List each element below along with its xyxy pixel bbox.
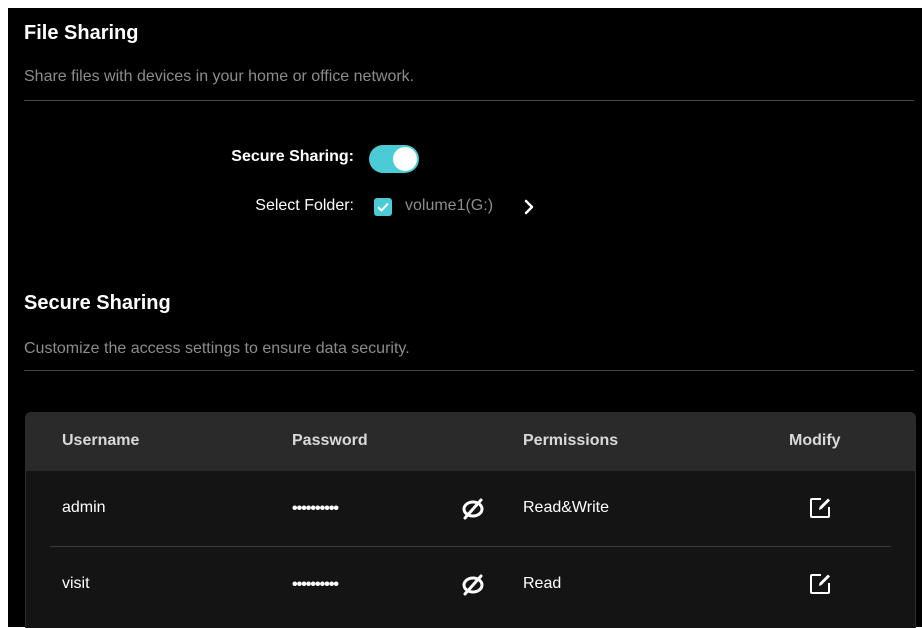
password-cell: ••••••••••	[292, 576, 339, 593]
username-cell: admin	[62, 499, 106, 516]
section-divider	[24, 370, 914, 371]
folder-name: volume1(G:)	[405, 197, 494, 214]
file-sharing-title: File Sharing	[24, 22, 139, 44]
password-cell: ••••••••••	[292, 500, 339, 517]
table-header: Username Password Permissions Modify	[26, 413, 915, 471]
edit-icon[interactable]	[808, 572, 832, 596]
table-row: visit •••••••••• Read	[26, 547, 915, 623]
column-header-username: Username	[62, 432, 140, 449]
folder-checkbox[interactable]	[374, 198, 392, 216]
secure-sharing-description: Customize the access settings to ensure …	[24, 340, 410, 357]
file-sharing-description: Share files with devices in your home or…	[24, 68, 415, 85]
checkmark-icon	[377, 202, 389, 212]
eye-hidden-icon[interactable]	[460, 497, 486, 521]
section-divider	[24, 100, 914, 101]
toggle-knob	[393, 147, 417, 171]
secure-sharing-toggle[interactable]	[369, 145, 419, 173]
permissions-cell: Read	[523, 575, 562, 592]
username-cell: visit	[62, 575, 90, 592]
secure-sharing-label: Secure Sharing:	[231, 148, 354, 165]
column-header-modify: Modify	[789, 432, 841, 449]
edit-icon[interactable]	[808, 496, 832, 520]
select-folder-label: Select Folder:	[255, 197, 354, 214]
chevron-right-icon[interactable]	[521, 199, 537, 215]
secure-sharing-title: Secure Sharing	[24, 292, 171, 314]
column-header-permissions: Permissions	[523, 432, 619, 449]
file-sharing-panel: File Sharing Share files with devices in…	[8, 8, 922, 628]
table-row: admin •••••••••• Read&Write	[26, 471, 915, 547]
eye-hidden-icon[interactable]	[460, 573, 486, 597]
column-header-password: Password	[292, 432, 368, 449]
permissions-cell: Read&Write	[523, 499, 609, 516]
accounts-table: Username Password Permissions Modify adm…	[25, 412, 916, 628]
